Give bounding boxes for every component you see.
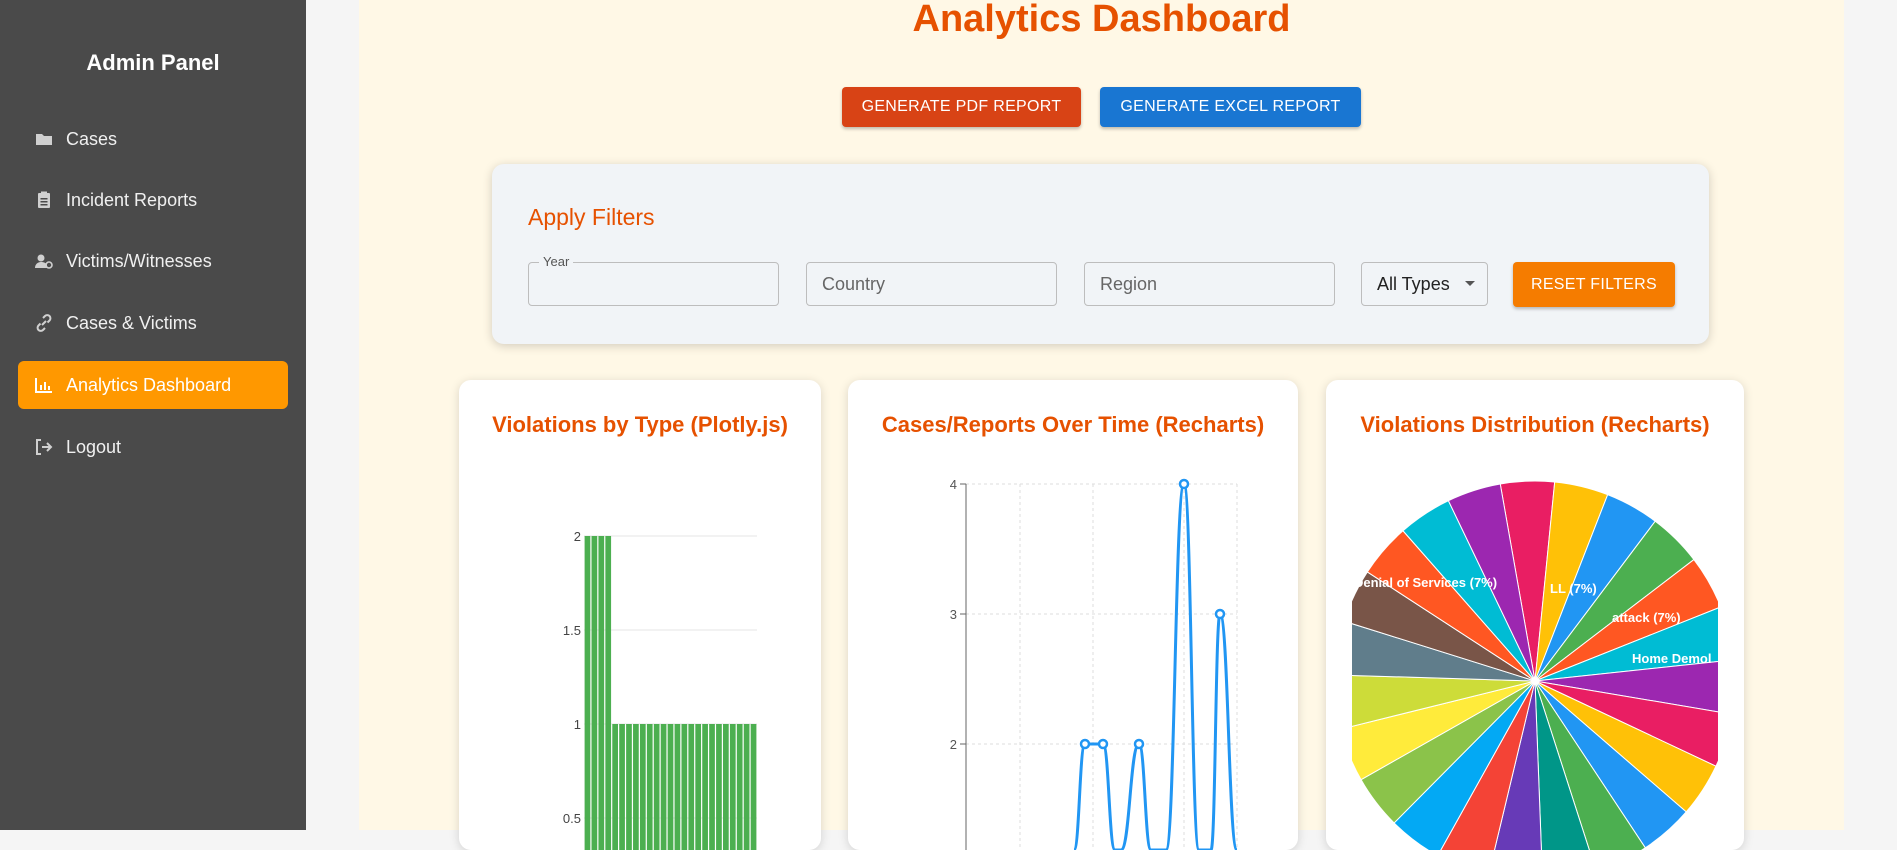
bar bbox=[688, 724, 695, 850]
region-field-placeholder: Region bbox=[1100, 273, 1158, 294]
clipboard-icon bbox=[34, 190, 54, 210]
bar bbox=[709, 724, 715, 850]
filter-panel: Apply Filters Year Country Region All Ty… bbox=[492, 164, 1709, 344]
sidebar-item-analytics-dashboard[interactable]: Analytics Dashboard bbox=[18, 361, 288, 409]
region-field[interactable]: Region bbox=[1084, 262, 1335, 306]
violation-type-select[interactable]: All Types bbox=[1361, 262, 1488, 306]
bar bbox=[633, 724, 639, 850]
bar bbox=[681, 724, 688, 850]
cases-over-time-card: Cases/Reports Over Time (Recharts) 2 3 4 bbox=[848, 380, 1298, 850]
bar bbox=[584, 536, 591, 850]
y-tick-label: 3 bbox=[950, 607, 957, 622]
y-tick-label: 2 bbox=[574, 529, 581, 544]
country-field-placeholder: Country bbox=[822, 273, 886, 294]
bar bbox=[702, 724, 708, 850]
sidebar-item-label: Logout bbox=[66, 436, 122, 457]
bar bbox=[612, 724, 618, 850]
cases-over-time-chart: 2 3 4 bbox=[950, 477, 1239, 850]
bar bbox=[729, 724, 736, 850]
reset-filters-button[interactable]: RESET FILTERS bbox=[1513, 262, 1675, 307]
bar bbox=[674, 724, 681, 850]
bar bbox=[667, 724, 674, 850]
sidebar-item-label: Incident Reports bbox=[66, 189, 198, 210]
violation-type-select-value: All Types bbox=[1377, 273, 1450, 294]
data-point bbox=[1178, 478, 1190, 490]
bar bbox=[591, 536, 598, 850]
bar bbox=[695, 724, 702, 850]
bar bbox=[598, 536, 605, 850]
bar bbox=[653, 724, 660, 850]
sidebar-item-incident-reports[interactable]: Incident Reports bbox=[18, 176, 288, 224]
page-title: Analytics Dashboard bbox=[912, 0, 1291, 40]
y-tick-label: 2 bbox=[950, 737, 957, 752]
sidebar: Admin Panel Cases Incident Reports Victi… bbox=[0, 0, 306, 830]
bar bbox=[750, 724, 757, 850]
bar bbox=[723, 724, 729, 850]
folder-icon bbox=[34, 129, 54, 149]
sidebar-item-logout[interactable]: Logout bbox=[18, 423, 288, 471]
bar bbox=[736, 724, 743, 850]
slice-label: LL (7%) bbox=[1550, 581, 1597, 596]
series-line bbox=[1072, 482, 1239, 850]
generate-pdf-report-button[interactable]: GENERATE PDF REPORT bbox=[842, 87, 1081, 127]
sidebar-item-label: Cases bbox=[66, 128, 118, 149]
bar bbox=[660, 724, 667, 850]
violations-by-type-card: Violations by Type (Plotly.js) 0.5 1 1.5 2 bbox=[459, 380, 821, 850]
violations-by-type-chart: 0.5 1 1.5 2 bbox=[563, 529, 757, 850]
bar bbox=[743, 724, 750, 850]
bar bbox=[626, 724, 632, 850]
y-tick-label: 4 bbox=[950, 477, 957, 492]
bar bbox=[716, 724, 722, 850]
sidebar-item-label: Cases & Victims bbox=[66, 312, 197, 333]
sidebar-item-victims-witnesses[interactable]: Victims/Witnesses bbox=[18, 237, 288, 285]
year-field-label: Year bbox=[539, 254, 574, 269]
chart-title: Violations by Type (Plotly.js) bbox=[492, 412, 788, 437]
sidebar-title: Admin Panel bbox=[86, 50, 220, 75]
y-tick-label: 0.5 bbox=[563, 811, 581, 826]
bar bbox=[646, 724, 653, 850]
filter-panel-title: Apply Filters bbox=[528, 204, 655, 230]
sidebar-item-cases-victims[interactable]: Cases & Victims bbox=[18, 299, 288, 347]
slice-label: attack (7%) bbox=[1612, 610, 1681, 625]
data-point bbox=[1133, 738, 1145, 750]
bar bbox=[605, 536, 612, 850]
chart-title: Cases/Reports Over Time (Recharts) bbox=[881, 412, 1265, 437]
country-field[interactable]: Country bbox=[806, 262, 1057, 306]
bar bbox=[639, 724, 646, 850]
main-content: Analytics Dashboard GENERATE PDF REPORT … bbox=[359, 0, 1844, 850]
user-gear-icon bbox=[34, 251, 54, 271]
sidebar-item-label: Victims/Witnesses bbox=[66, 250, 212, 271]
violations-distribution-chart: Denial of Services (7%) LL (7%) attack (7%… bbox=[1352, 480, 1718, 850]
y-tick-label: 1 bbox=[574, 717, 581, 732]
data-point bbox=[1214, 608, 1226, 620]
generate-excel-report-button[interactable]: GENERATE EXCEL REPORT bbox=[1100, 87, 1361, 127]
slice-label: Home Demol bbox=[1632, 651, 1711, 666]
chevron-down-icon bbox=[1465, 281, 1475, 286]
y-tick-label: 1.5 bbox=[563, 623, 581, 638]
data-point bbox=[1097, 738, 1109, 750]
chart-title: Violations Distribution (Recharts) bbox=[1360, 412, 1710, 437]
sidebar-item-label: Analytics Dashboard bbox=[66, 374, 232, 395]
violations-distribution-card: Violations Distribution (Recharts) Denia… bbox=[1326, 380, 1744, 850]
bar-chart-icon bbox=[34, 375, 54, 395]
year-field[interactable]: Year bbox=[528, 254, 779, 306]
logout-icon bbox=[34, 437, 54, 457]
sidebar-item-cases[interactable]: Cases bbox=[18, 115, 288, 163]
data-point bbox=[1079, 738, 1091, 750]
link-icon bbox=[34, 313, 54, 333]
slice-label: Denial of Services (7%) bbox=[1354, 575, 1497, 590]
bar bbox=[619, 724, 625, 850]
